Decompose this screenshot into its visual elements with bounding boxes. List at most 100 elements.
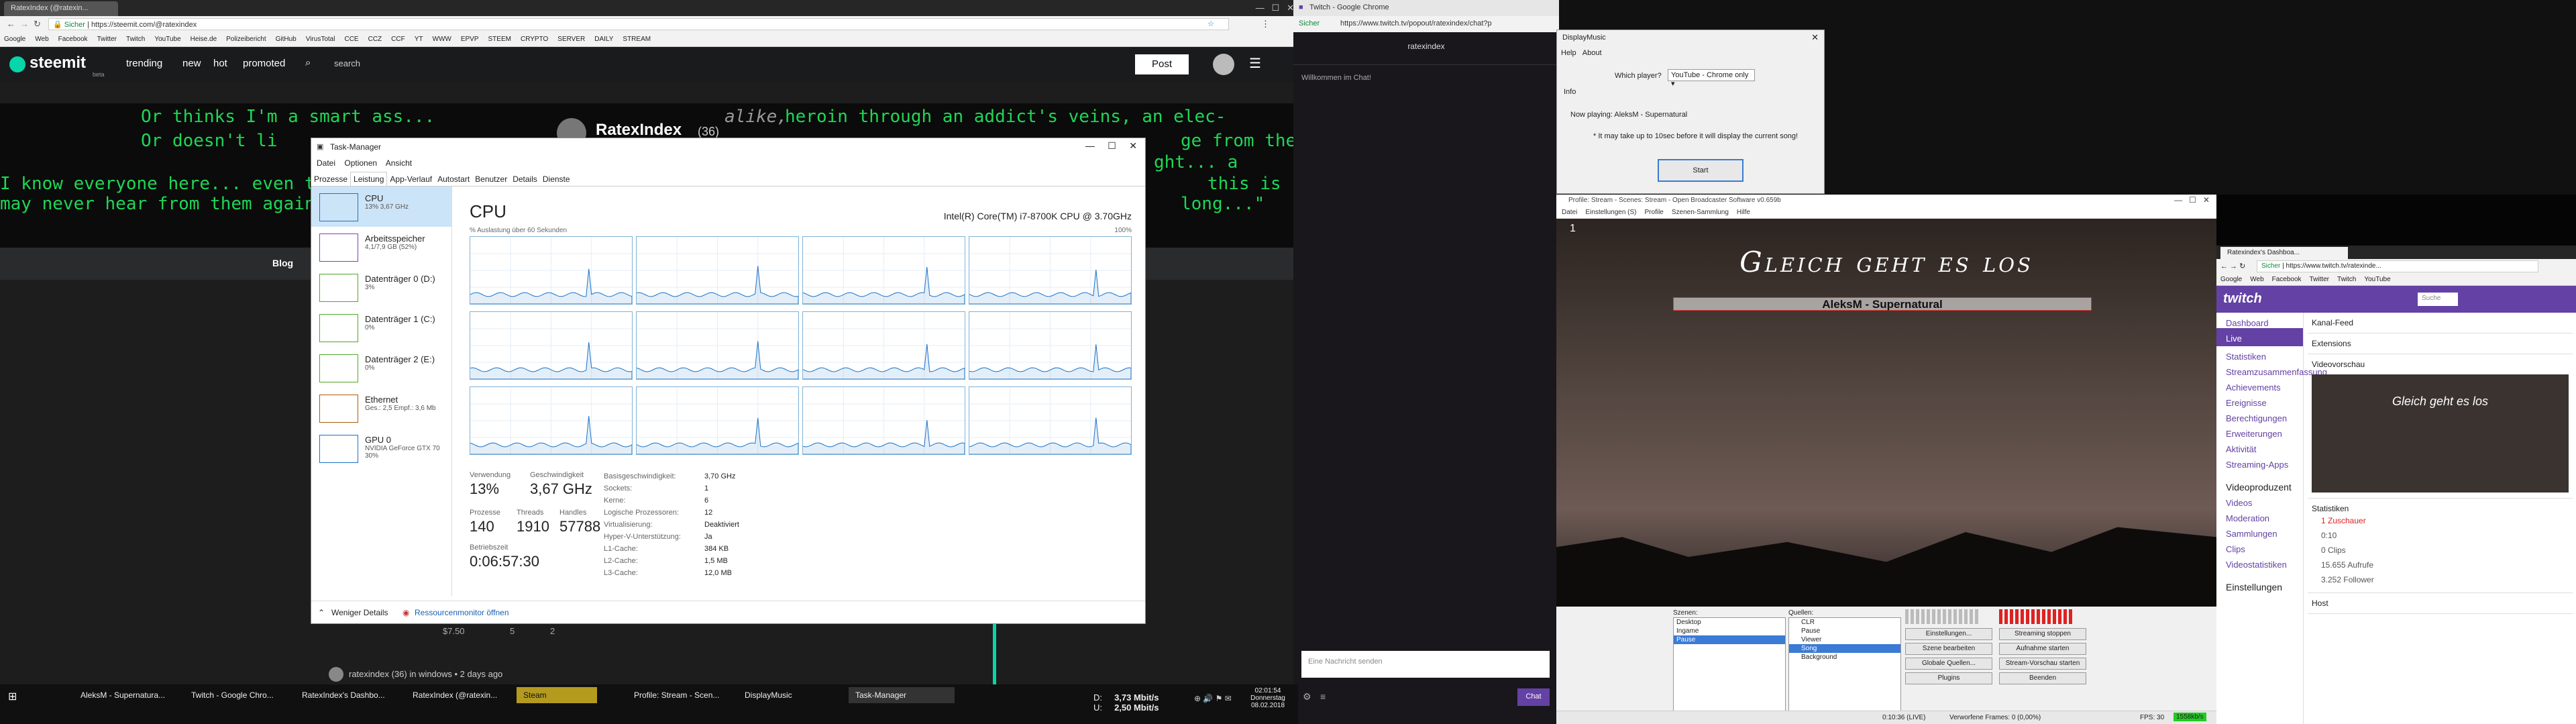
taskbar-item[interactable]: Twitch - Google Chro...	[184, 687, 290, 703]
dashboard-nav-item[interactable]: Moderation	[2216, 508, 2303, 523]
search-input[interactable]: search	[334, 58, 360, 68]
bookmark-item[interactable]: CCF	[391, 36, 405, 43]
taskbar-item[interactable]: Steam	[517, 687, 597, 703]
dashboard-nav-item[interactable]: Achievements	[2216, 377, 2303, 393]
tm-side-item[interactable]: Datenträger 2 (E:) 0%	[311, 348, 451, 388]
tm-side-item[interactable]: GPU 0 NVIDIA GeForce GTX 70 30%	[311, 428, 451, 468]
bookmark-item[interactable]: GitHub	[276, 36, 297, 43]
dashboard-panel[interactable]: Statistiken 1 Zuschauer 0:10 0 Clips 15.655 …	[2308, 499, 2573, 593]
obs-button[interactable]: Beenden	[1999, 672, 2086, 684]
player-select[interactable]: YouTube - Chrome only ▾	[1668, 69, 1755, 88]
obs-button[interactable]: Plugins	[1905, 672, 1992, 684]
dashboard-nav-item[interactable]: Streamzusammenfassung	[2216, 362, 2327, 377]
source-item[interactable]: Song	[1789, 644, 1900, 653]
nav-promoted[interactable]: promoted	[243, 58, 285, 69]
bookmark-item[interactable]: CCZ	[368, 36, 382, 43]
chat-input[interactable]: Eine Nachricht senden	[1301, 651, 1550, 678]
obs-menu-item[interactable]: Einstellungen (S)	[1585, 209, 1636, 216]
twitch-urlbar[interactable]: Sicher https://www.twitch.tv/popout/rate…	[1293, 16, 1559, 32]
obs-button[interactable]: Stream-Vorschau starten	[1999, 658, 2086, 670]
menu-help[interactable]: Help	[1561, 49, 1576, 57]
address-bar[interactable]: Sicher | https://www.twitch.tv/ratexinde…	[2257, 260, 2538, 272]
source-item[interactable]: Viewer	[1789, 635, 1900, 644]
dashboard-nav-item[interactable]: Clips	[2216, 539, 2303, 554]
obs-button[interactable]: Globale Quellen...	[1905, 658, 1992, 670]
window-controls[interactable]: — ☐ ✕	[1085, 140, 1137, 152]
steemit-logo[interactable]: steemit	[30, 54, 86, 72]
windows-start-icon[interactable]: ⊞	[8, 690, 17, 703]
bookmark-item[interactable]: VirusTotal	[306, 36, 335, 43]
menu-ansicht[interactable]: Ansicht	[386, 158, 412, 168]
bookmark-item[interactable]: Twitter	[2310, 276, 2329, 283]
bookmark-item[interactable]: STEEM	[488, 36, 511, 43]
taskbar-item[interactable]: RatexIndex (@ratexin...	[406, 687, 512, 703]
obs-menu-item[interactable]: Datei	[1562, 209, 1577, 216]
tab-blog[interactable]: Blog	[272, 258, 293, 268]
fewer-details-link[interactable]: Weniger Details	[331, 608, 388, 617]
menu-icon[interactable]: ⋮	[1261, 19, 1270, 30]
post-button[interactable]: Post	[1135, 54, 1189, 74]
list-icon[interactable]: ≡	[1320, 691, 1326, 702]
nav-trending[interactable]: trending	[126, 58, 162, 69]
post-payout[interactable]: $7.50	[443, 626, 465, 636]
scene-item[interactable]: Desktop	[1674, 618, 1785, 627]
bookmark-item[interactable]: STREAM	[623, 36, 651, 43]
tm-side-item[interactable]: Arbeitsspeicher 4,1/7,9 GB (52%)	[311, 227, 451, 267]
bookmark-item[interactable]: Web	[2250, 276, 2263, 283]
obs-button[interactable]: Streaming stoppen	[1999, 628, 2086, 640]
back-icon[interactable]: ← → ↻	[2220, 262, 2245, 270]
nav-new[interactable]: new	[182, 58, 201, 69]
dashboard-nav-item[interactable]: Live	[2216, 328, 2303, 346]
avatar[interactable]	[1213, 54, 1234, 75]
tab-dashboard[interactable]: Ratexindex's Dashboa...	[2220, 247, 2348, 259]
tm-tab[interactable]: Leistung	[350, 172, 388, 186]
forward-icon[interactable]: →	[20, 19, 29, 29]
taskbar-item[interactable]: Profile: Stream - Scen...	[627, 687, 733, 703]
obs-button[interactable]: Aufnahme starten	[1999, 643, 2086, 655]
tm-side-item[interactable]: Datenträger 0 (D:) 3%	[311, 267, 451, 307]
dashboard-panel[interactable]: Extensions	[2308, 333, 2573, 354]
bookmark-item[interactable]: Facebook	[2272, 276, 2302, 283]
dashboard-nav-item[interactable]: Videos	[2216, 493, 2303, 508]
bookmark-item[interactable]: WWW	[433, 36, 451, 43]
twitch-logo[interactable]: twitch	[2223, 291, 2262, 307]
bookmark-item[interactable]: DAILY	[594, 36, 613, 43]
nav-hot[interactable]: hot	[213, 58, 227, 69]
tray-icons[interactable]: ⊕ 🔊 ⚑ ✉	[1194, 694, 1232, 703]
tm-side-item[interactable]: Datenträger 1 (C:) 0%	[311, 307, 451, 348]
dashboard-panel[interactable]: Host	[2308, 593, 2573, 614]
obs-button[interactable]: Szene bearbeiten	[1905, 643, 1992, 655]
dashboard-nav-item[interactable]: Berechtigungen	[2216, 408, 2303, 423]
bookmark-item[interactable]: CCE	[344, 36, 358, 43]
close-icon[interactable]: ✕	[1811, 32, 1819, 43]
dashboard-nav-item[interactable]: Streaming-Apps	[2216, 454, 2303, 470]
dashboard-nav-item[interactable]: Videostatistiken	[2216, 554, 2303, 570]
reload-icon[interactable]: ↻	[34, 19, 41, 30]
bookmark-item[interactable]: Polizeibericht	[226, 36, 266, 43]
post-comments[interactable]: 2	[550, 626, 555, 636]
obs-button[interactable]: Einstellungen...	[1905, 628, 1992, 640]
bookmark-item[interactable]: Twitch	[126, 36, 145, 43]
start-button[interactable]: Start	[1658, 159, 1743, 182]
bookmark-item[interactable]: Twitch	[2337, 276, 2356, 283]
resmon-link[interactable]: Ressourcenmonitor öffnen	[415, 608, 509, 617]
tab-steemit[interactable]: RatexIndex (@ratexin...	[4, 1, 118, 16]
source-item[interactable]: Pause	[1789, 627, 1900, 635]
bookmark-item[interactable]: CRYPTO	[521, 36, 548, 43]
bookmark-item[interactable]: Google	[2220, 276, 2242, 283]
source-item[interactable]: CLR	[1789, 618, 1900, 627]
video-preview[interactable]: Gleich geht es los	[2312, 374, 2569, 493]
bookmark-item[interactable]: EPVP	[461, 36, 479, 43]
obs-menu-item[interactable]: Profile	[1645, 209, 1664, 216]
bookmark-item[interactable]: YouTube	[2364, 276, 2390, 283]
tm-tab[interactable]: Benutzer	[472, 172, 510, 186]
bookmark-item[interactable]: Google	[4, 36, 25, 43]
scene-item[interactable]: Pause	[1674, 635, 1785, 644]
tm-tab[interactable]: Prozesse	[311, 172, 350, 186]
dashboard-nav-item[interactable]: Ereignisse	[2216, 393, 2303, 408]
menu-datei[interactable]: Datei	[317, 158, 335, 168]
dashboard-nav-item[interactable]: Dashboard	[2216, 313, 2303, 328]
bookmark-item[interactable]: Web	[35, 36, 48, 43]
address-bar[interactable]: 🔒 Sicher | https://steemit.com/@ratexind…	[48, 18, 1229, 30]
dashboard-nav-item[interactable]: Sammlungen	[2216, 523, 2303, 539]
